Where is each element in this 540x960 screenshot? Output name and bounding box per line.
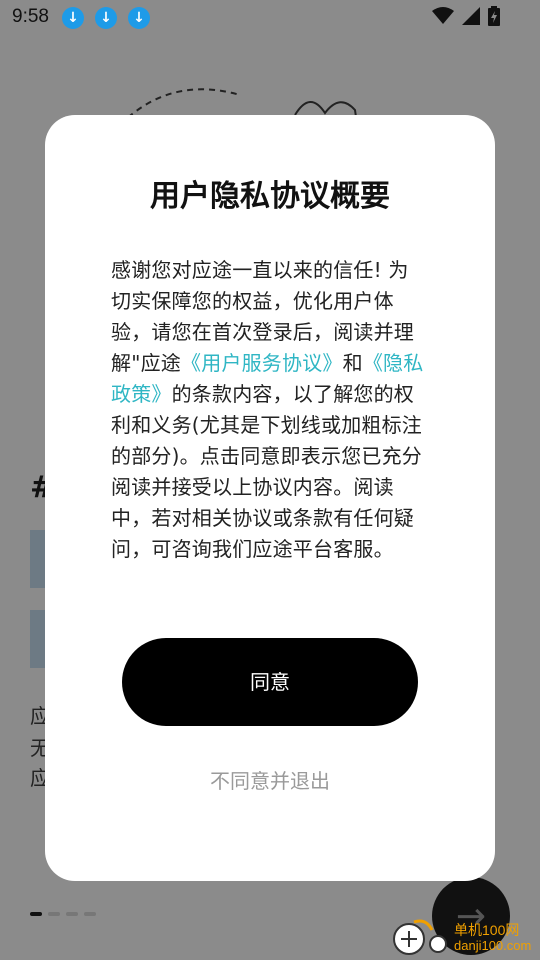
agree-button[interactable]: 同意 [122,638,418,726]
download-icon: ↓ [128,7,150,29]
status-icons [432,6,500,26]
download-icon: ↓ [95,7,117,29]
watermark-url: danji100.com [454,938,532,953]
watermark-logo [393,919,447,955]
wifi-icon [432,7,454,24]
status-bar: 9:58 ↓ ↓ ↓ [0,0,540,36]
download-icon: ↓ [62,7,84,29]
watermark: 单机100网 danji100.com [392,918,540,960]
page-dot-active [30,912,42,916]
dialog-body: 感谢您对应途一直以来的信任! 为切实保障您的权益，优化用户体验，请您在首次登录后… [111,255,425,565]
page-dot [84,912,96,916]
page-dot [66,912,78,916]
status-time: 9:58 [12,6,49,27]
service-agreement-link[interactable]: 《用户服务协议》 [181,351,343,375]
signal-icon [462,7,480,25]
decline-exit-button[interactable]: 不同意并退出 [45,765,495,794]
body-text: 的条款内容，以了解您的权利和义务(尤其是下划线或加粗标注的部分)。点击同意即表示… [111,382,423,561]
body-text: 和 [342,351,363,375]
dialog-title: 用户隐私协议概要 [150,179,390,214]
watermark-title: 单机100网 [454,922,520,938]
page-dot [48,912,60,916]
privacy-dialog: 用户隐私协议概要 感谢您对应途一直以来的信任! 为切实保障您的权益，优化用户体验… [45,115,495,881]
page-indicator [30,912,96,916]
battery-icon [488,6,500,26]
